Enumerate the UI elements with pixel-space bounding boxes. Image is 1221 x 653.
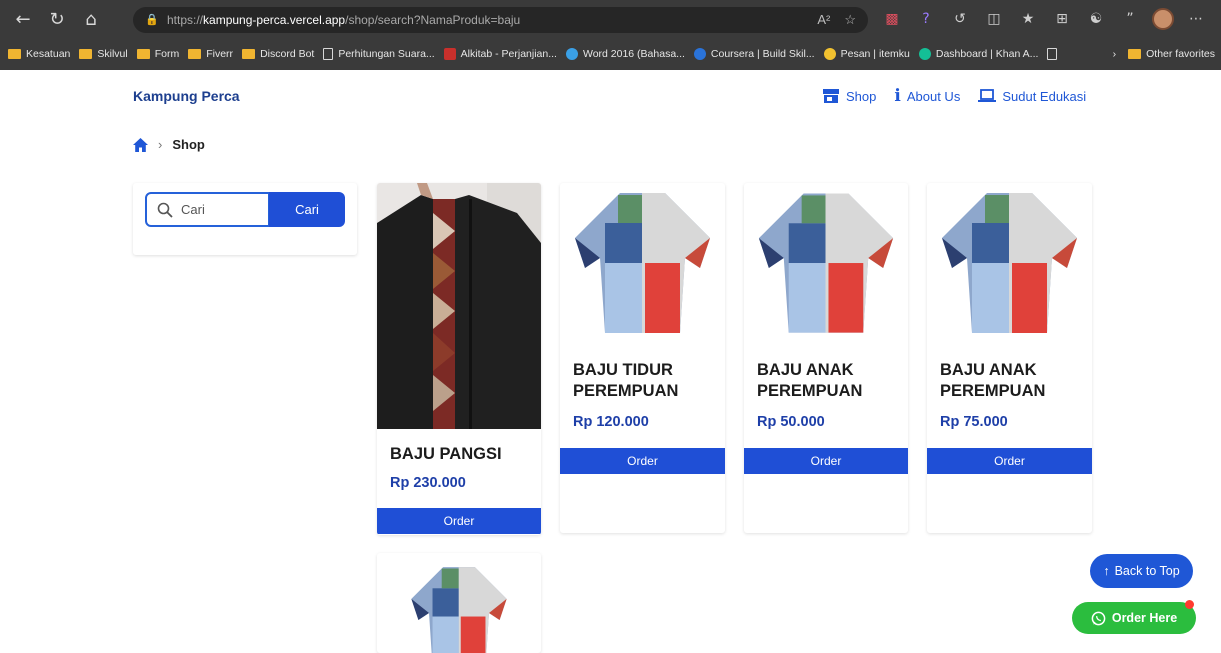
bookmark-item[interactable]: Skilvul	[79, 48, 128, 60]
product-name: BAJU ANAK PEREMPUAN	[757, 361, 863, 400]
bookmark-item[interactable]: Form	[136, 48, 179, 60]
info-icon: ℹ	[894, 86, 901, 106]
vpn-icon[interactable]: ☯	[1084, 6, 1108, 32]
folder-icon	[1128, 49, 1142, 59]
brand-logo[interactable]: Kampung Perca	[133, 88, 240, 104]
page-icon	[323, 48, 334, 60]
more-icon[interactable]: ⋯	[1184, 6, 1208, 32]
breadcrumb: › Shop	[133, 137, 205, 152]
product-image-shirt	[575, 193, 710, 333]
product-price: Rp 75.000	[940, 414, 1008, 430]
coursera-icon	[693, 48, 706, 60]
help-icon[interactable]: ?	[914, 6, 938, 32]
chevron-right-icon: ›	[158, 137, 163, 152]
folder-icon	[79, 49, 93, 59]
notification-dot	[1185, 600, 1194, 609]
search-button[interactable]: Cari	[269, 192, 345, 227]
address-bar[interactable]: 🔒 https://kampung-perca.vercel.app/shop/…	[133, 7, 868, 33]
extension-icons: ▩ ? ↺ ◫ ★ ⊞ ☯ ” ⋯	[880, 6, 1208, 32]
product-card[interactable]: BAJU ANAK PEREMPUAN Rp 75.000 Order	[927, 183, 1092, 533]
khan-academy-icon	[918, 48, 931, 60]
bookmark-item[interactable]	[1047, 48, 1062, 60]
search-field[interactable]	[145, 192, 270, 227]
product-card[interactable]: BAJU PANGSI Rp 230.000 Order	[377, 183, 541, 535]
split-screen-icon[interactable]: ◫	[982, 6, 1006, 32]
product-card[interactable]: BAJU TIDUR PEREMPUAN Rp 120.000 Order	[560, 183, 725, 533]
nav-about-us[interactable]: ℹ About Us	[894, 86, 960, 106]
bookmark-item[interactable]: Perhitungan Suara...	[323, 48, 435, 60]
home-icon[interactable]: ⌂	[74, 5, 108, 35]
product-price: Rp 50.000	[757, 414, 825, 430]
search-icon	[157, 202, 173, 218]
browser-chrome: ← ↻ ⌂ 🔒 https://kampung-perca.vercel.app…	[0, 0, 1221, 70]
product-card[interactable]	[377, 553, 541, 653]
lock-icon: 🔒	[145, 13, 159, 26]
bookmark-item[interactable]: Fiverr	[188, 48, 233, 60]
arrow-up-icon: ↑	[1103, 564, 1110, 578]
product-image-shirt	[411, 567, 507, 653]
product-name: BAJU PANGSI	[390, 445, 502, 463]
collections-icon[interactable]: ⊞	[1050, 6, 1074, 32]
top-navigation: Shop ℹ About Us Sudut Edukasi	[822, 86, 1086, 106]
page-content: Kampung Perca Shop ℹ About Us Sudut Eduk…	[0, 70, 1221, 653]
refresh-icon[interactable]: ↻	[40, 5, 74, 35]
extension-icon[interactable]: ▩	[880, 6, 904, 32]
favorites-list-icon[interactable]: ★	[1016, 6, 1040, 32]
home-icon[interactable]	[133, 137, 148, 152]
nav-shop[interactable]: Shop	[822, 88, 876, 104]
folder-icon	[242, 49, 256, 59]
bookmarks-bar: Kesatuan Skilvul Form Fiverr Discord Bot…	[0, 42, 1221, 66]
itemku-icon	[823, 48, 836, 60]
breadcrumb-current: Shop	[172, 137, 205, 152]
product-image-jacket	[377, 183, 541, 429]
bookmark-item[interactable]: Word 2016 (Bahasa...	[565, 48, 685, 60]
laptop-icon	[978, 89, 997, 102]
page-icon	[1047, 48, 1058, 60]
order-button[interactable]: Order	[377, 508, 541, 534]
folder-icon	[136, 49, 150, 59]
order-here-button[interactable]: Order Here	[1072, 602, 1196, 634]
chevron-right-icon[interactable]: ›	[1113, 48, 1117, 60]
back-icon[interactable]: ←	[6, 5, 40, 35]
quote-icon[interactable]: ”	[1118, 6, 1142, 32]
order-button[interactable]: Order	[927, 448, 1092, 474]
bookmark-item[interactable]: Discord Bot	[242, 48, 314, 60]
bookmark-item[interactable]: Alkitab - Perjanjian...	[443, 48, 557, 60]
product-price: Rp 230.000	[390, 475, 466, 491]
url-text: https://kampung-perca.vercel.app/shop/se…	[167, 13, 521, 27]
back-to-top-button[interactable]: ↑ Back to Top	[1090, 554, 1193, 588]
nav-sudut-edukasi[interactable]: Sudut Edukasi	[978, 88, 1086, 104]
product-card[interactable]: BAJU ANAK PEREMPUAN Rp 50.000 Order	[744, 183, 908, 533]
globe-icon	[565, 48, 578, 60]
order-button[interactable]: Order	[560, 448, 725, 474]
read-aloud-icon[interactable]: A²	[817, 12, 830, 28]
bookmark-item[interactable]: Kesatuan	[8, 48, 70, 60]
bookmark-item[interactable]: Coursera | Build Skil...	[693, 48, 815, 60]
folder-icon	[188, 49, 202, 59]
search-input[interactable]	[181, 202, 261, 217]
bible-icon	[443, 48, 456, 60]
bookmark-item[interactable]: Dashboard | Khan A...	[918, 48, 1038, 60]
product-image-shirt	[942, 193, 1077, 333]
bookmark-item[interactable]: Pesan | itemku	[823, 48, 910, 60]
whatsapp-icon	[1091, 611, 1106, 625]
folder-icon	[8, 49, 21, 59]
product-price: Rp 120.000	[573, 414, 649, 430]
extension-c-icon[interactable]: ↺	[948, 6, 972, 32]
product-image-shirt	[758, 193, 894, 333]
profile-avatar[interactable]	[1152, 8, 1174, 30]
search-card: Cari	[133, 183, 357, 255]
product-name: BAJU TIDUR PEREMPUAN	[573, 361, 679, 400]
store-icon	[823, 89, 839, 103]
product-name: BAJU ANAK PEREMPUAN	[940, 361, 1046, 400]
favorite-star-icon[interactable]: ☆	[844, 12, 856, 28]
other-favorites[interactable]: Other favorites	[1146, 48, 1215, 60]
order-button[interactable]: Order	[744, 448, 908, 474]
